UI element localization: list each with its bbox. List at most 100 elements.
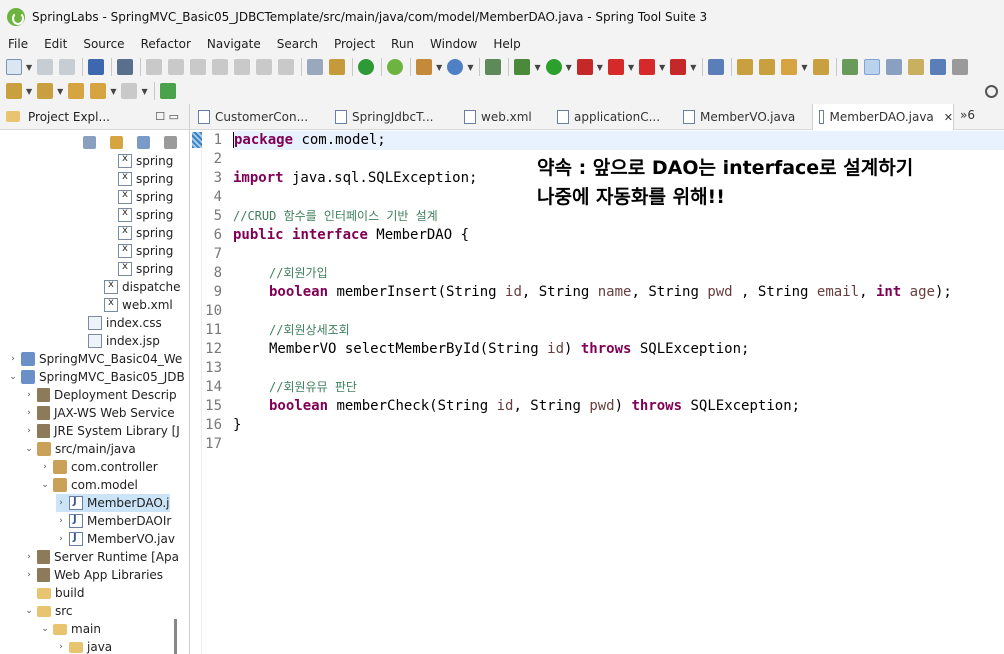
chevron-right-icon[interactable]: › <box>40 462 50 472</box>
relaunch-icon[interactable] <box>639 59 656 75</box>
tree-item[interactable]: build <box>24 584 85 602</box>
boot-dashboard-icon[interactable] <box>358 59 375 75</box>
tree-item[interactable]: index.css <box>88 314 162 332</box>
terminal-icon[interactable] <box>88 59 105 75</box>
tab-overflow-button[interactable]: »6 <box>960 108 975 122</box>
resume-icon[interactable] <box>146 59 163 75</box>
word-wrap-icon[interactable] <box>907 59 924 75</box>
tree-item[interactable]: web.xml <box>104 296 173 314</box>
menu-run[interactable]: Run <box>383 37 422 51</box>
tab-web-xml[interactable]: web.xml <box>462 104 552 130</box>
external-tools-icon[interactable] <box>670 59 687 75</box>
tree-item[interactable]: › Deployment Descrip <box>24 386 177 404</box>
tree-item[interactable]: dispatche <box>104 278 180 296</box>
outline-icon[interactable] <box>307 59 324 75</box>
tree-item[interactable]: spring <box>118 170 173 188</box>
tab-spring-jdbc-template[interactable]: SpringJdbcT... <box>333 104 453 130</box>
coverage-icon[interactable] <box>576 59 593 75</box>
suspend-icon[interactable] <box>168 59 185 75</box>
more-icon[interactable] <box>951 59 968 75</box>
tree-item[interactable]: › JAX-WS Web Service <box>24 404 175 422</box>
prev-annotation-icon[interactable] <box>37 83 54 99</box>
tree-item[interactable]: index.jsp <box>88 332 160 350</box>
overview-ruler[interactable] <box>190 130 202 654</box>
tree-item[interactable]: › java <box>56 638 112 654</box>
tab-application-context[interactable]: applicationC... <box>555 104 673 130</box>
chevron-right-icon[interactable]: › <box>8 354 18 364</box>
close-tab-icon[interactable]: ✕ <box>944 111 953 124</box>
menu-navigate[interactable]: Navigate <box>199 37 269 51</box>
chevron-down-icon[interactable]: ⌄ <box>24 606 34 616</box>
tree-item[interactable]: ⌄ src/main/java <box>24 440 136 458</box>
project-explorer-tab[interactable]: Project Expl... ☐ ▭ <box>0 104 189 130</box>
chevron-down-icon[interactable]: ⌄ <box>40 624 50 634</box>
tree-item[interactable]: spring <box>118 152 173 170</box>
filter-icon[interactable] <box>137 135 150 149</box>
menu-file[interactable]: File <box>0 37 36 51</box>
show-whitespace-icon[interactable] <box>929 59 946 75</box>
open-type-icon[interactable] <box>737 59 754 75</box>
pin-icon[interactable] <box>841 59 858 75</box>
chevron-right-icon[interactable]: › <box>56 534 66 544</box>
chevron-right-icon[interactable]: › <box>24 408 34 418</box>
menu-search[interactable]: Search <box>269 37 326 51</box>
tree-scrollbar[interactable] <box>174 619 177 654</box>
last-edit-icon[interactable] <box>68 83 85 99</box>
tree-item[interactable]: ⌄ com.model <box>40 476 138 494</box>
tree-item[interactable]: › MemberDAOIr <box>56 512 171 530</box>
tree-item[interactable]: › com.controller <box>40 458 158 476</box>
menu-source[interactable]: Source <box>75 37 132 51</box>
menu-edit[interactable]: Edit <box>36 37 75 51</box>
chevron-right-icon[interactable]: › <box>56 516 66 526</box>
save-icon[interactable] <box>37 59 54 75</box>
disconnect-icon[interactable] <box>212 59 229 75</box>
tree-item[interactable]: spring <box>118 188 173 206</box>
tree-item[interactable]: › JRE System Library [J <box>24 422 180 440</box>
tree-item[interactable]: › Web App Libraries <box>24 566 163 584</box>
tree-item[interactable]: › MemberDAO.j <box>56 494 170 512</box>
pin-editor-icon[interactable] <box>159 83 176 99</box>
chevron-right-icon[interactable]: › <box>24 570 34 580</box>
sort-icon[interactable] <box>708 59 725 75</box>
run-icon[interactable] <box>545 59 562 75</box>
folder-open-icon[interactable] <box>812 59 829 75</box>
search-icon[interactable] <box>985 84 998 98</box>
chevron-down-icon[interactable]: ⌄ <box>40 480 50 490</box>
stop-icon[interactable] <box>607 59 624 75</box>
tab-member-vo[interactable]: MemberVO.java <box>681 104 809 130</box>
tab-customer-controller[interactable]: CustomerCon... <box>196 104 326 130</box>
next-annotation-icon[interactable] <box>6 83 22 99</box>
menu-refactor[interactable]: Refactor <box>133 37 199 51</box>
tree-item[interactable]: spring <box>118 242 173 260</box>
chevron-down-icon[interactable]: ⌄ <box>24 444 34 454</box>
chevron-right-icon[interactable]: › <box>56 642 66 652</box>
back-icon[interactable] <box>90 83 107 99</box>
toggle-mark-icon[interactable] <box>329 59 346 75</box>
open-task-icon[interactable] <box>485 59 502 75</box>
tree-item[interactable]: ⌄ src <box>24 602 72 620</box>
tree-item[interactable]: › MemberVO.jav <box>56 530 175 548</box>
step-return-icon[interactable] <box>278 59 295 75</box>
collapse-all-icon[interactable] <box>83 135 96 149</box>
chevron-right-icon[interactable]: › <box>24 390 34 400</box>
new-java-icon[interactable] <box>447 59 464 75</box>
tab-member-dao[interactable]: MemberDAO.java ✕ <box>812 104 954 130</box>
menu-project[interactable]: Project <box>326 37 383 51</box>
tree-item[interactable]: ⌄ SpringMVC_Basic05_JDB <box>8 368 185 386</box>
tree-item[interactable]: ⌄ main <box>40 620 101 638</box>
tree-item[interactable]: spring <box>118 260 173 278</box>
debug-icon[interactable] <box>514 59 531 75</box>
tree-item[interactable]: › SpringMVC_Basic04_We <box>8 350 182 368</box>
chevron-right-icon[interactable]: › <box>24 552 34 562</box>
chevron-right-icon[interactable]: › <box>56 498 66 508</box>
new-icon[interactable] <box>6 59 22 75</box>
chevron-down-icon[interactable]: ⌄ <box>8 372 18 382</box>
forward-icon[interactable] <box>121 83 138 99</box>
step-into-icon[interactable] <box>234 59 251 75</box>
spring-icon[interactable] <box>387 59 404 75</box>
toggle-block-icon[interactable] <box>885 59 902 75</box>
view-controls[interactable]: ☐ ▭ <box>155 110 179 123</box>
tree-item[interactable]: spring <box>118 224 173 242</box>
link-editor-icon[interactable] <box>110 135 123 149</box>
save-all-icon[interactable] <box>59 59 76 75</box>
